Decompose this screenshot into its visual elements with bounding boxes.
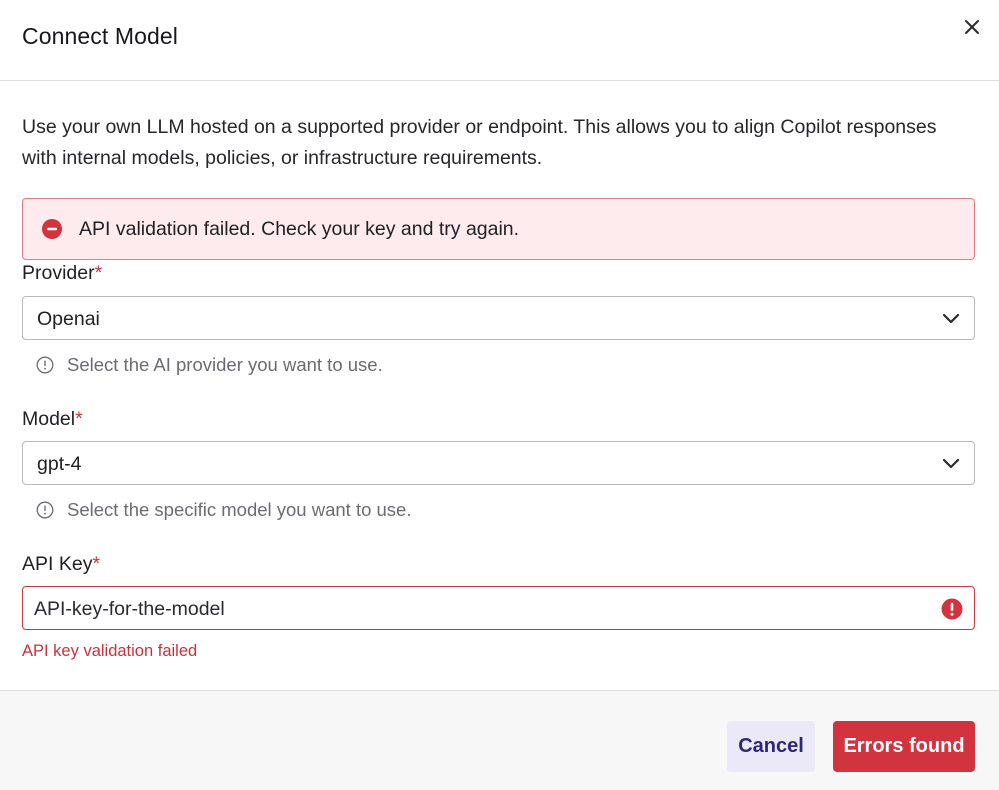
model-label-text: Model [22, 408, 76, 430]
required-marker: * [92, 553, 101, 575]
chevron-down-icon [942, 313, 960, 324]
api-key-value: API-key-for-the-model [34, 598, 225, 620]
required-marker: * [75, 408, 83, 430]
info-circle-icon [36, 501, 54, 519]
dialog-description: Use your own LLM hosted on a supported p… [22, 116, 937, 169]
cancel-button[interactable]: Cancel [727, 721, 815, 772]
dialog-header: Connect Model [0, 0, 999, 81]
required-marker: * [94, 262, 103, 284]
submit-button[interactable]: Errors found [833, 721, 975, 772]
model-hint-text: Select the specific model you want to us… [67, 499, 412, 520]
validation-alert: API validation failed. Check your key an… [22, 198, 975, 260]
provider-hint-text: Select the AI provider you want to use. [67, 354, 383, 375]
dialog-title: Connect Model [22, 23, 178, 49]
model-label: Model* [22, 408, 83, 431]
provider-label-text: Provider [22, 262, 95, 284]
model-select[interactable]: gpt-4 [22, 441, 975, 485]
connect-model-dialog: Connect Model Use your own LLM hosted on… [0, 0, 999, 790]
close-icon [965, 20, 979, 34]
provider-hint: Select the AI provider you want to use. [36, 354, 383, 376]
api-key-input[interactable]: API-key-for-the-model [22, 586, 975, 630]
api-key-label-text: API Key [22, 553, 93, 575]
provider-selected-value: Openai [37, 308, 100, 330]
provider-label: Provider* [22, 262, 102, 285]
dialog-footer: Cancel Errors found [0, 690, 999, 790]
exclamation-circle-icon [941, 598, 963, 620]
close-button[interactable] [960, 15, 984, 39]
provider-select[interactable]: Openai [22, 296, 975, 340]
chevron-down-icon [942, 458, 960, 469]
alert-message: API validation failed. Check your key an… [79, 218, 520, 240]
api-key-error-message: API key validation failed [22, 642, 198, 660]
minus-circle-icon [42, 219, 62, 239]
model-selected-value: gpt-4 [37, 453, 82, 475]
info-circle-icon [36, 356, 54, 374]
model-hint: Select the specific model you want to us… [36, 499, 412, 521]
api-key-label: API Key* [22, 553, 100, 576]
